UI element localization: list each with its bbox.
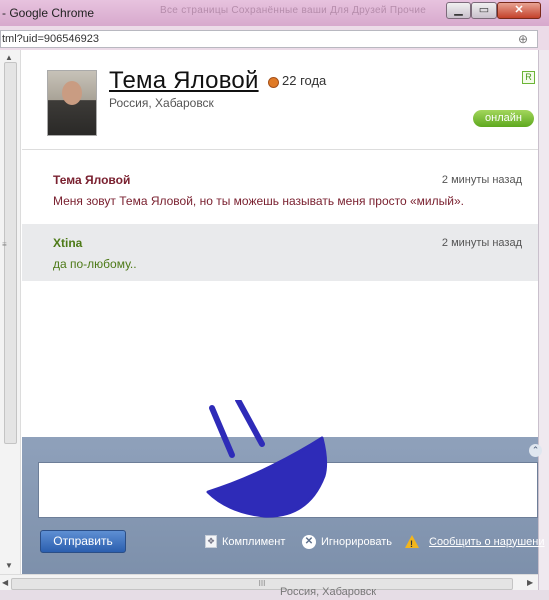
scroll-thumb[interactable] <box>4 62 17 444</box>
profile-age: 22 года <box>282 73 327 88</box>
scroll-grip: ≡ <box>2 240 7 249</box>
horizontal-scrollbar[interactable]: ◀ III ▶ <box>0 574 538 591</box>
scroll-left-icon[interactable]: ◀ <box>2 578 8 587</box>
smiley-eye-right <box>235 400 265 447</box>
online-status-badge: онлайн <box>473 110 534 127</box>
ignore-link[interactable]: ✕ Игнорировать <box>302 535 392 549</box>
url-field[interactable]: tml?uid=906546923 <box>0 30 538 48</box>
vertical-scrollbar[interactable]: ▲ ≡ ▼ <box>0 50 21 574</box>
message-time: 2 минуты назад <box>441 174 522 186</box>
close-button[interactable]: ✕ <box>497 2 541 19</box>
close-circle-icon: ✕ <box>302 535 316 549</box>
minimize-button[interactable]: ▁ <box>446 2 471 19</box>
message-text: да по-любому.. <box>53 257 137 271</box>
profile-location: Россия, Хабаровск <box>109 96 214 110</box>
compliment-link[interactable]: ❖ Комплимент <box>205 535 285 548</box>
scroll-down-icon[interactable]: ▼ <box>5 561 13 570</box>
zoom-icon[interactable]: ⊕ <box>518 32 528 46</box>
window-edge <box>539 50 549 590</box>
report-label: Сообщить о нарушени <box>429 535 545 548</box>
hscroll-thumb[interactable]: III <box>11 578 513 590</box>
send-button[interactable]: Отправить <box>40 530 126 553</box>
collapse-icon[interactable]: ⌃ <box>529 444 542 457</box>
scroll-right-icon[interactable]: ▶ <box>527 578 533 587</box>
scroll-up-icon[interactable]: ▲ <box>5 53 13 62</box>
window-title: - Google Chrome <box>2 6 95 20</box>
zodiac-icon <box>268 77 279 88</box>
smiley-mouth <box>206 436 328 518</box>
background-tabs-ghost: Все страницы Сохранённые ваши Для Друзей… <box>160 5 427 16</box>
message-author[interactable]: Xtina <box>53 236 82 250</box>
profile-name[interactable]: Тема Яловой <box>109 67 259 95</box>
report-link[interactable]: Сообщить о нарушени <box>405 535 545 551</box>
drawn-smiley <box>206 400 328 518</box>
window-title-bar: - Google Chrome Все страницы Сохранённые… <box>0 0 549 26</box>
compliment-label: Комплимент <box>222 535 286 548</box>
rating-badge: R <box>522 71 535 84</box>
message-text: Меня зовут Тема Яловой, но ты можешь наз… <box>53 194 464 208</box>
gift-icon: ❖ <box>205 535 217 548</box>
maximize-button[interactable]: ▭ <box>471 2 497 19</box>
smiley-eye-left <box>209 405 235 458</box>
avatar[interactable] <box>47 70 97 136</box>
message-item: Xtina 2 минуты назад да по-любому.. <box>22 224 538 281</box>
ignore-label: Игнорировать <box>321 536 392 548</box>
message-time: 2 минуты назад <box>441 237 522 249</box>
message-item: Тема Яловой 2 минуты назад Меня зовут Те… <box>22 165 538 223</box>
message-author[interactable]: Тема Яловой <box>53 173 130 187</box>
background-window-ghost: Россия, Хабаровск <box>0 586 549 600</box>
divider <box>22 149 538 150</box>
background-location: Россия, Хабаровск <box>280 586 377 598</box>
address-bar: tml?uid=906546923 ⊕ <box>0 26 549 51</box>
warning-icon <box>405 535 419 551</box>
